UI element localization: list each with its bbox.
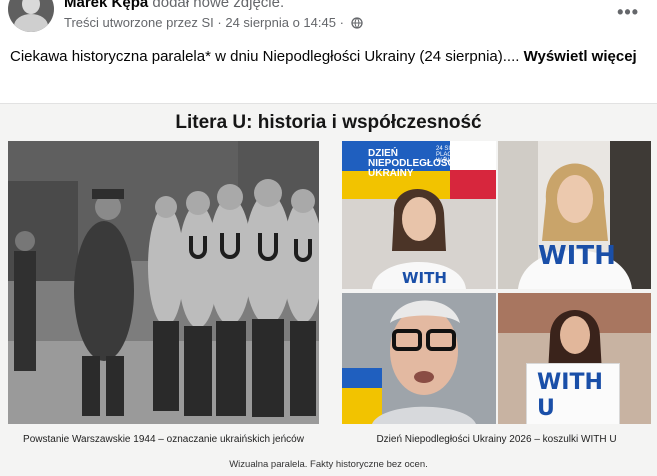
photo-woman-banner: DZIEŃ NIEPODLEGŁOŚCI UKRAINY 24 SIERPNIA…: [342, 141, 496, 289]
post-meta: Treści utworzone przez SI · 24 sierpnia …: [64, 15, 363, 32]
photo-woman-sign: WITH U: [498, 293, 651, 424]
with-u-sign: WITH U: [526, 363, 620, 424]
author-line: Marek Kępa dodał nowe zdjęcie.: [64, 0, 284, 11]
sign-text: WITH U: [537, 370, 603, 421]
historical-photo: [8, 141, 319, 424]
photo-blonde-woman: WITH: [498, 141, 651, 289]
author-avatar[interactable]: [8, 0, 54, 32]
post-timestamp[interactable]: 24 sierpnia o 14:45: [225, 15, 336, 30]
more-options-icon[interactable]: •••: [617, 2, 639, 23]
modern-photo-grid: DZIEŃ NIEPODLEGŁOŚCI UKRAINY 24 SIERPNIA…: [342, 141, 651, 424]
photo-older-man: [342, 293, 496, 424]
image-title: Litera U: historia i współczesność: [175, 112, 482, 133]
caption-right: Dzień Niepodległości Ukrainy 2026 – kosz…: [376, 434, 617, 445]
meta-separator: ·: [213, 15, 226, 30]
author-name[interactable]: Marek Kępa: [64, 0, 148, 11]
image-footnote: Wizualna paralela. Fakty historyczne bez…: [229, 459, 428, 470]
post-image[interactable]: Litera U: historia i współczesność DZIEŃ…: [0, 103, 657, 476]
ai-content-label[interactable]: Treści utworzone przez SI: [64, 15, 214, 30]
globe-icon[interactable]: [350, 17, 363, 32]
shirt-text-large: WITH: [538, 241, 616, 271]
post-body: Ciekawa historyczna paralela* w dniu Nie…: [10, 48, 520, 65]
post-text: Ciekawa historyczna paralela* w dniu Nie…: [10, 46, 650, 68]
meta-separator-2: ·: [335, 15, 348, 30]
author-action: dodał nowe zdjęcie.: [148, 0, 285, 11]
shirt-text: WITH: [402, 269, 447, 287]
see-more-link[interactable]: Wyświetl więcej: [524, 48, 637, 65]
caption-left: Powstanie Warszawskie 1944 – oznaczanie …: [23, 434, 304, 445]
